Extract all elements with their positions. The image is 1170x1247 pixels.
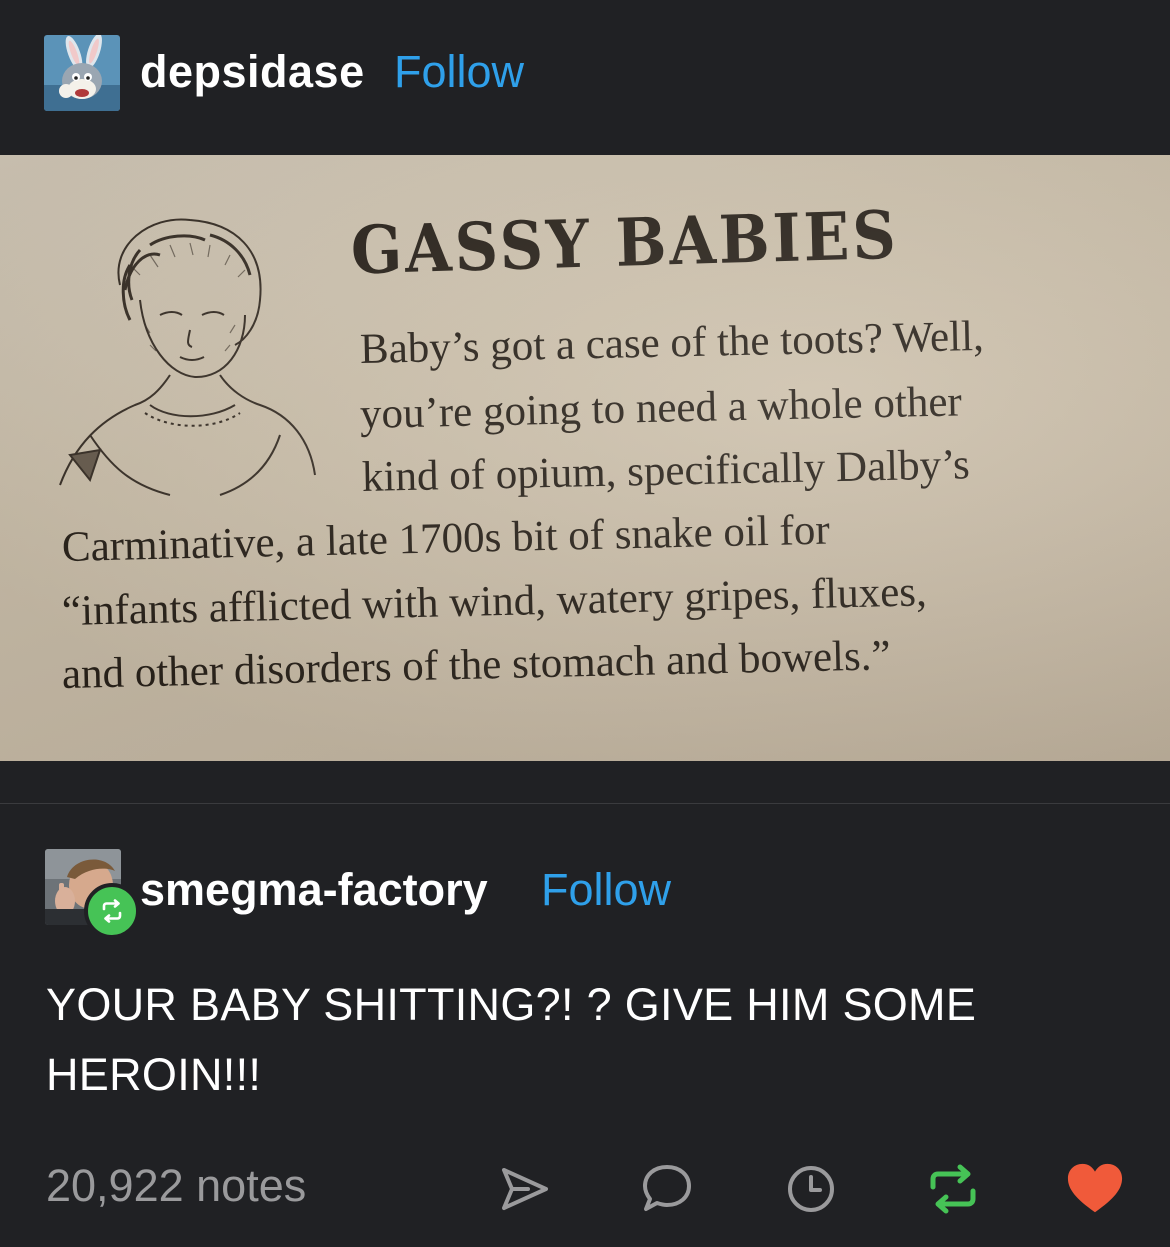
reblog-username[interactable]: smegma-factory xyxy=(140,864,488,916)
follow-button[interactable]: Follow xyxy=(394,46,524,98)
divider xyxy=(0,803,1170,804)
share-icon xyxy=(502,1168,548,1210)
book-line: “infants afflicted with wind, watery gri… xyxy=(61,568,928,635)
book-line: Baby’s got a case of the toots? Well, xyxy=(359,312,985,373)
reblog-text: YOUR BABY SHITTING?! ? GIVE HIM SOME HER… xyxy=(46,979,977,1100)
book-line: and other disorders of the stomach and b… xyxy=(61,632,892,698)
reblog-badge xyxy=(84,883,140,939)
book-heading: GASSY BABIES xyxy=(350,197,900,290)
comment-button[interactable] xyxy=(638,1160,696,1218)
book-line: kind of opium, specifically Dalby’s xyxy=(361,441,971,501)
book-line: you’re going to need a whole other xyxy=(359,378,963,438)
post-image[interactable]: GASSY BABIES Baby’s got a case of the to… xyxy=(0,155,1170,761)
bugs-bunny-avatar-icon xyxy=(44,35,120,111)
reblog-icon xyxy=(102,899,122,923)
share-button[interactable] xyxy=(496,1160,554,1218)
notes-count[interactable]: 20,922 notes xyxy=(46,1160,306,1212)
heart-icon xyxy=(1067,1163,1123,1213)
avatar[interactable] xyxy=(44,35,120,111)
post-username[interactable]: depsidase xyxy=(140,46,365,98)
comment-icon xyxy=(643,1165,691,1211)
victorian-child-portrait-icon xyxy=(59,218,316,496)
reblog-button[interactable] xyxy=(924,1160,982,1218)
book-line: Carminative, a late 1700s bit of snake o… xyxy=(61,506,831,571)
follow-button[interactable]: Follow xyxy=(541,864,671,916)
schedule-button[interactable] xyxy=(782,1160,840,1218)
post-header: depsidase Follow xyxy=(0,0,1170,155)
clock-icon xyxy=(788,1166,834,1212)
reblog-icon xyxy=(930,1164,976,1214)
like-button[interactable] xyxy=(1066,1160,1124,1218)
